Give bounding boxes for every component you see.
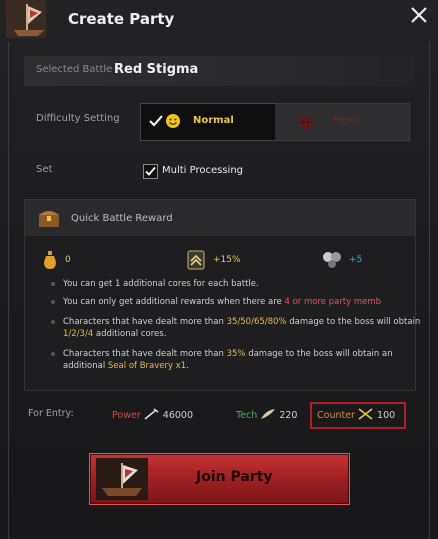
- selected-battle-row: Selected Battle Red Stigma: [24, 56, 414, 86]
- check-icon: [145, 166, 156, 176]
- multi-processing-checkbox[interactable]: [143, 164, 158, 179]
- stat-rank-up-value: +15%: [213, 255, 241, 265]
- viking-ship-icon: [96, 458, 148, 500]
- sword-icon: [144, 408, 159, 420]
- tech-label: Tech: [236, 410, 258, 421]
- reward-note: You can only get additional rewards when…: [51, 296, 435, 308]
- selected-battle-label: Selected Battle: [36, 64, 113, 75]
- close-icon[interactable]: [408, 4, 430, 26]
- tech-value: 220: [279, 410, 298, 421]
- difficulty-hero-label: Hero: [333, 115, 357, 126]
- difficulty-hero-button[interactable]: Hero: [275, 103, 410, 141]
- window-title: Create Party: [68, 10, 175, 28]
- reward-header: Quick Battle Reward: [25, 200, 415, 236]
- counter-label: Counter: [317, 410, 355, 421]
- stat-rank-up: +15%: [187, 250, 277, 272]
- crossed-swords-icon: [358, 408, 373, 420]
- frame-right: [429, 42, 430, 539]
- reward-note: Characters that have dealt more than 35%…: [51, 348, 423, 372]
- difficulty-normal-button[interactable]: Normal: [140, 103, 277, 141]
- reward-title: Quick Battle Reward: [71, 213, 173, 224]
- selected-battle-value: Red Stigma: [114, 62, 199, 77]
- quick-battle-reward-panel: Quick Battle Reward 0 +15% +5 You can ge…: [24, 199, 420, 391]
- chest-icon: [39, 211, 59, 227]
- create-party-window: Create Party Selected Battle Red Stigma …: [0, 0, 438, 539]
- feather-icon: [261, 409, 276, 419]
- title-bar: Create Party: [0, 0, 438, 42]
- smiley-icon: [166, 114, 180, 128]
- devil-icon: [299, 115, 313, 130]
- join-party-label: Join Party: [196, 469, 273, 485]
- stat-cores: +5: [321, 250, 401, 272]
- reward-note: Characters that have dealt more than 35/…: [51, 316, 423, 340]
- stat-bottle-value: 0: [65, 255, 71, 265]
- for-entry-label: For Entry:: [28, 408, 74, 419]
- check-icon: [149, 115, 163, 127]
- set-label: Set: [36, 164, 53, 175]
- power-label: Power: [112, 410, 141, 421]
- reward-note: You can get 1 additional cores for each …: [51, 278, 423, 290]
- cores-icon: [323, 252, 341, 268]
- entry-counter: Counter 100: [310, 402, 406, 429]
- entry-power: Power 46000: [112, 408, 193, 421]
- frame-left: [8, 42, 9, 539]
- stat-cores-value: +5: [349, 255, 363, 265]
- bottle-icon: [44, 251, 56, 269]
- entry-tech: Tech 220: [236, 408, 297, 421]
- difficulty-normal-label: Normal: [193, 115, 234, 126]
- ship-emblem-icon: [6, 0, 46, 38]
- difficulty-label: Difficulty Setting: [36, 113, 120, 124]
- rank-up-icon: [187, 250, 205, 270]
- counter-value: 100: [377, 410, 396, 421]
- power-value: 46000: [162, 410, 194, 421]
- stat-bottle: 0: [41, 250, 121, 272]
- multi-processing-label: Multi Processing: [162, 165, 244, 176]
- join-party-button[interactable]: Join Party: [89, 453, 350, 505]
